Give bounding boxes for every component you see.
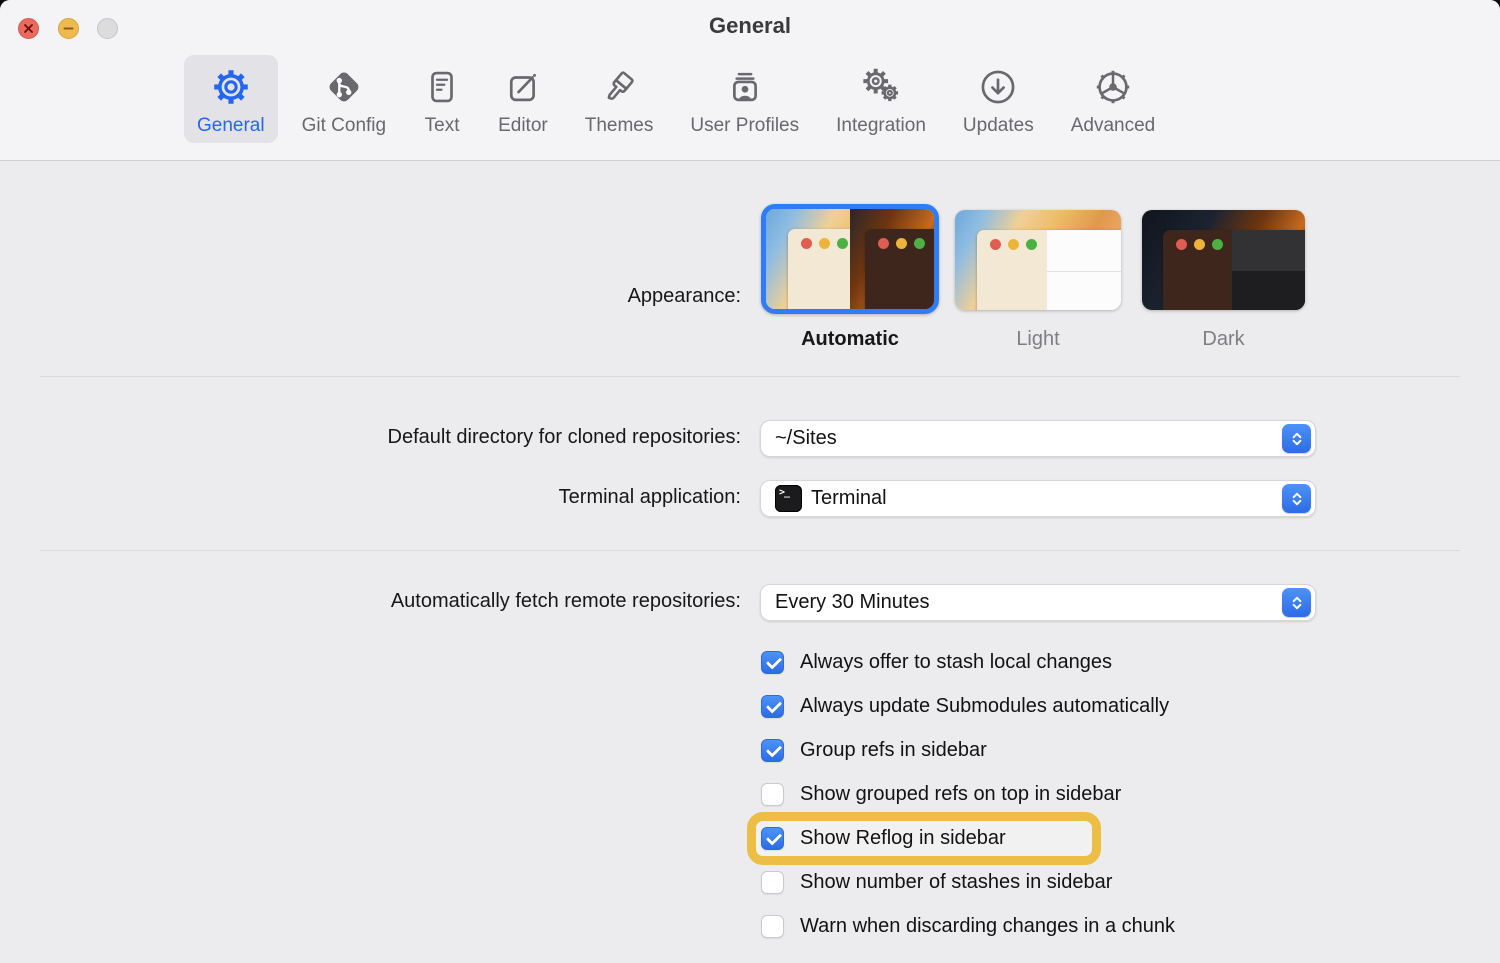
tab-user-profiles[interactable]: User Profiles	[677, 55, 812, 143]
toolbar-tabs: General Git Config	[184, 55, 1168, 143]
terminal-app-value: Terminal	[775, 485, 1282, 512]
gear-icon	[212, 64, 250, 110]
checkbox-row-group-refs[interactable]: Group refs in sidebar	[761, 739, 987, 762]
checkbox[interactable]	[761, 739, 784, 762]
zoom-button[interactable]	[97, 18, 118, 39]
tab-label: Updates	[963, 116, 1034, 135]
auto-fetch-select[interactable]: Every 30 Minutes	[760, 584, 1316, 621]
auto-fetch-value: Every 30 Minutes	[775, 591, 1282, 614]
tab-editor[interactable]: Editor	[485, 55, 561, 143]
close-button[interactable]	[18, 18, 39, 39]
checkbox-row-show-reflog[interactable]: Show Reflog in sidebar	[761, 827, 1006, 850]
auto-fetch-label: Automatically fetch remote repositories:	[391, 590, 741, 613]
terminal-app-name: Terminal	[811, 487, 887, 510]
appearance-label: Appearance:	[628, 285, 741, 308]
git-icon	[324, 64, 364, 110]
section-divider	[40, 550, 1460, 551]
checkbox[interactable]	[761, 695, 784, 718]
checkbox-row-stash-local-changes[interactable]: Always offer to stash local changes	[761, 651, 1112, 674]
gears-icon	[861, 64, 901, 110]
tab-label: General	[197, 116, 265, 135]
section-divider	[40, 376, 1460, 377]
appearance-label-automatic: Automatic	[761, 328, 939, 351]
terminal-app-icon	[775, 485, 802, 512]
tab-git-config[interactable]: Git Config	[289, 55, 399, 143]
checkbox[interactable]	[761, 827, 784, 850]
popup-arrows-icon	[1282, 588, 1311, 617]
checkbox[interactable]	[761, 783, 784, 806]
tab-text[interactable]: Text	[410, 55, 474, 143]
toolbar: General	[0, 0, 1500, 161]
paint-brush-icon	[600, 64, 638, 110]
appearance-option-automatic[interactable]	[761, 204, 939, 314]
checkbox-row-number-of-stashes[interactable]: Show number of stashes in sidebar	[761, 871, 1112, 894]
tab-label: Integration	[836, 116, 926, 135]
appearance-label-light: Light	[955, 328, 1121, 351]
popup-arrows-icon	[1282, 484, 1311, 513]
tab-integration[interactable]: Integration	[823, 55, 939, 143]
tab-label: User Profiles	[690, 116, 799, 135]
appearance-option-dark[interactable]	[1142, 210, 1305, 310]
default-directory-value: ~/Sites	[775, 427, 1282, 450]
appearance-label-dark: Dark	[1142, 328, 1305, 351]
tab-label: Editor	[498, 116, 548, 135]
popup-arrows-icon	[1282, 424, 1311, 453]
preferences-window: General	[0, 0, 1500, 963]
terminal-app-select[interactable]: Terminal	[760, 480, 1316, 517]
tab-advanced[interactable]: Advanced	[1058, 55, 1169, 143]
tab-label: Advanced	[1071, 116, 1156, 135]
appearance-option-light[interactable]	[955, 210, 1121, 310]
tab-label: Themes	[585, 116, 654, 135]
tab-updates[interactable]: Updates	[950, 55, 1047, 143]
tab-themes[interactable]: Themes	[572, 55, 667, 143]
checkbox[interactable]	[761, 915, 784, 938]
tab-label: Text	[425, 116, 460, 135]
text-document-icon	[423, 64, 461, 110]
default-directory-select[interactable]: ~/Sites	[760, 420, 1316, 457]
checkbox-row-grouped-refs-on-top[interactable]: Show grouped refs on top in sidebar	[761, 783, 1121, 806]
checkbox[interactable]	[761, 871, 784, 894]
checkbox-row-warn-discarding[interactable]: Warn when discarding changes in a chunk	[761, 915, 1175, 938]
download-circle-icon	[979, 64, 1017, 110]
edit-pencil-icon	[504, 64, 542, 110]
terminal-app-label: Terminal application:	[559, 486, 741, 509]
dial-gear-icon	[1094, 64, 1132, 110]
checkbox-row-update-submodules[interactable]: Always update Submodules automatically	[761, 695, 1169, 718]
window-title: General	[0, 13, 1500, 39]
default-directory-label: Default directory for cloned repositorie…	[388, 426, 742, 449]
contact-card-icon	[726, 64, 764, 110]
tab-general[interactable]: General	[184, 55, 278, 143]
tab-label: Git Config	[302, 116, 386, 135]
checkbox[interactable]	[761, 651, 784, 674]
minimize-button[interactable]	[58, 18, 79, 39]
